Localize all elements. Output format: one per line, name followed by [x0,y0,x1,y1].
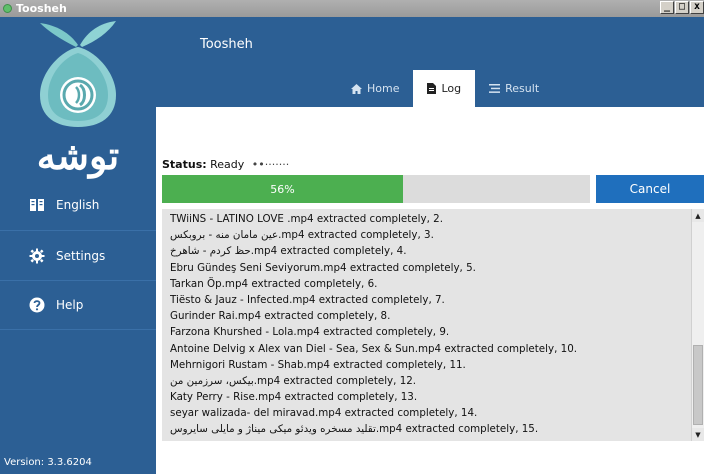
status-dots: ••······· [251,158,290,171]
log-line: بیکس، سرزمین من.mp4 extracted completely… [170,374,417,387]
close-button[interactable]: x [690,1,704,14]
log-line: Ebru Gündeş Seni Seviyorum.mp4 extracted… [170,261,476,274]
window-controls: _ □ x [659,1,704,14]
tab-result[interactable]: Result [475,70,553,107]
toosheh-bag-icon [40,21,116,127]
page-title: Toosheh [200,37,253,52]
sidebar-item-label: Settings [56,248,106,263]
log-line: Antoine Delvig x Alex van Diel - Sea, Se… [170,342,578,355]
log-line: حظ کردم - شاهرخ.mp4 extracted completely… [170,245,407,258]
log-line: Gurinder Rai.mp4 extracted completely, 8… [170,310,391,323]
app-logo: توشه [0,17,156,185]
sidebar-item-help[interactable]: Help [0,280,156,330]
scroll-down-icon[interactable]: ▼ [692,428,704,441]
question-circle-icon [28,296,46,314]
sidebar-item-settings[interactable]: Settings [0,230,156,280]
progress-fill: 56% [162,175,403,203]
cancel-button[interactable]: Cancel [596,175,704,203]
gear-icon [28,247,46,265]
app-header: Toosheh [156,17,704,70]
log-line: Farzona Khurshed - Lola.mp4 extracted co… [170,326,450,339]
home-icon [351,83,362,94]
log-line: Mehrnigori Rustam - Shab.mp4 extracted c… [170,358,466,371]
file-icon [427,83,437,94]
maximize-button[interactable]: □ [675,1,689,14]
progress-text: 56% [270,182,295,196]
log-list: TWiiNS - LATINO LOVE .mp4 extracted comp… [170,211,686,438]
scroll-up-icon[interactable]: ▲ [692,209,704,222]
log-line: Tarkan Öp.mp4 extracted completely, 6. [170,277,378,290]
tab-label: Result [505,82,540,95]
log-line: seyar walizada- del miravad.mp4 extracte… [170,407,478,420]
progress-bar: 56% [162,175,590,203]
tab-label: Home [367,82,400,95]
status-label: Status: [162,158,207,171]
logo-text: توشه [36,133,120,178]
minimize-button[interactable]: _ [660,1,674,14]
log-line: تقلید مسخره ویدئو میکی میناژ و مایلی سای… [170,423,539,436]
log-scrollbar[interactable]: ▲ ▼ [691,209,704,441]
tab-home[interactable]: Home [337,70,413,107]
tab-label: Log [441,82,462,95]
log-line: Tiësto & Jauz - Infected.mp4 extracted c… [170,293,445,306]
list-icon [489,84,501,93]
sidebar-item-label: English [56,198,100,212]
log-panel[interactable]: TWiiNS - LATINO LOVE .mp4 extracted comp… [162,209,704,441]
status-line: Status: Ready ••······· [162,158,289,171]
tab-log[interactable]: Log [413,70,476,107]
sidebar-item-label: Help [56,298,84,312]
log-line: عین مامان منه - بروبکس.mp4 extracted com… [170,229,434,242]
sidebar-item-language[interactable]: English [0,180,156,230]
window-title: Toosheh [16,2,67,15]
window-titlebar: Toosheh _ □ x [0,0,704,17]
language-book-icon [28,196,46,214]
log-line: TWiiNS - LATINO LOVE .mp4 extracted comp… [170,213,443,225]
log-line: Katy Perry - Rise.mp4 extracted complete… [170,391,418,404]
tab-bar: Home Log Result [156,70,704,107]
scroll-thumb[interactable] [693,345,703,425]
app-icon [3,4,12,13]
status-value: Ready [210,158,245,171]
sidebar: توشه English Settings Help Version: 3.3.… [0,17,156,474]
version-label: Version: 3.3.6204 [4,457,92,468]
